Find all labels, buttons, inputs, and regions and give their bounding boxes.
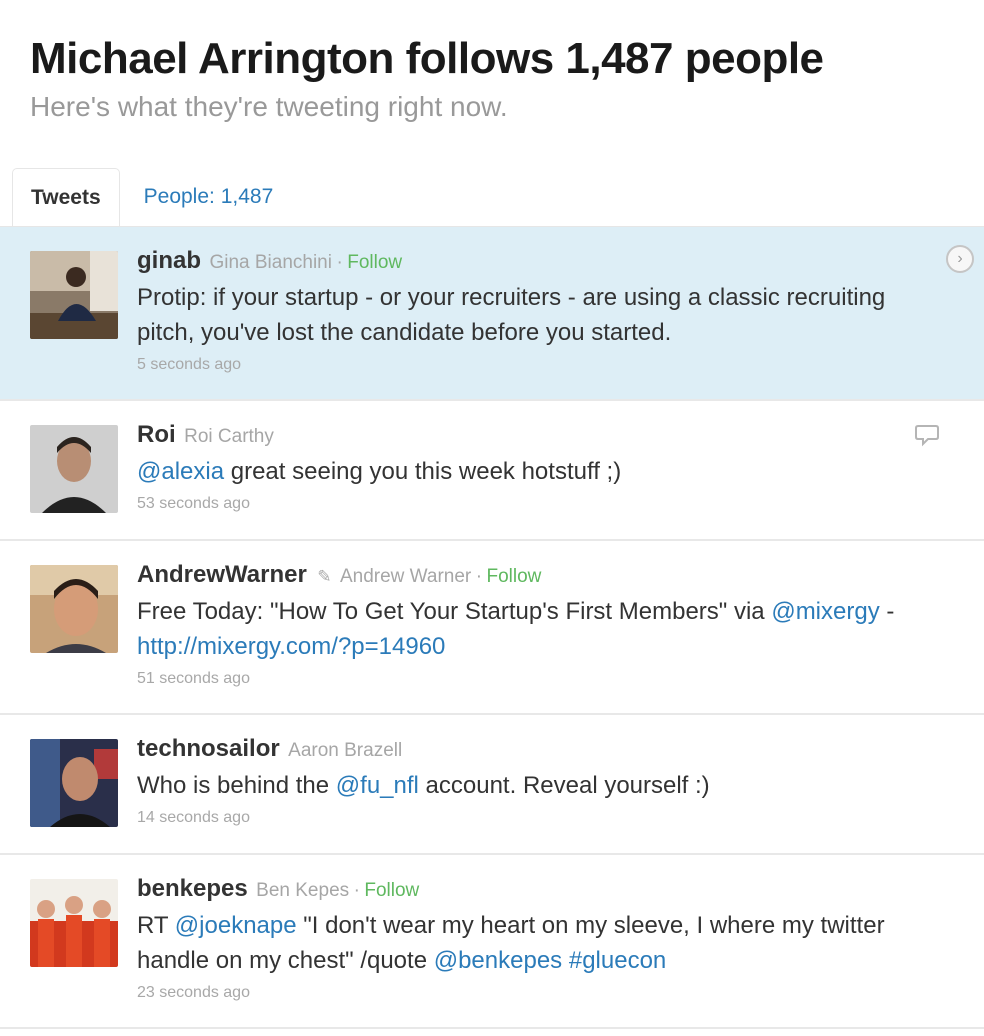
mention-link[interactable]: @benkepes bbox=[434, 947, 562, 974]
tweet-text-part: great seeing you this week hotstuff ;) bbox=[224, 458, 622, 485]
tweet-full-name: Andrew Warner bbox=[339, 566, 472, 587]
tweet-item[interactable]: ginab Gina Bianchini · Follow Protip: if… bbox=[0, 227, 984, 401]
page-header: Michael Arrington follows 1,487 people H… bbox=[30, 30, 824, 124]
tweet-text: @alexia great seeing you this week hotst… bbox=[137, 454, 944, 489]
tweet-text-part: Protip: if your startup - or your recrui… bbox=[137, 284, 886, 346]
page-title: Michael Arrington follows 1,487 people bbox=[30, 34, 824, 83]
mention-link[interactable]: @joeknape bbox=[175, 912, 297, 939]
tweet-stream: ginab Gina Bianchini · Follow Protip: if… bbox=[0, 226, 984, 1029]
tweet-timestamp[interactable]: 51 seconds ago bbox=[137, 666, 944, 692]
avatar[interactable] bbox=[30, 565, 118, 653]
tweet-timestamp[interactable]: 23 seconds ago bbox=[137, 980, 944, 1006]
tweet-timestamp[interactable]: 14 seconds ago bbox=[137, 805, 944, 831]
tweet-full-name: Ben Kepes bbox=[256, 880, 350, 901]
tweet-item[interactable]: Roi Roi Carthy @alexia great seeing you … bbox=[0, 401, 984, 541]
avatar[interactable] bbox=[30, 879, 118, 967]
separator-dot: · bbox=[475, 566, 483, 587]
tweet-text-part bbox=[562, 947, 569, 974]
tweet-item[interactable]: AndrewWarner ✎ Andrew Warner · Follow Fr… bbox=[0, 541, 984, 715]
tweet-text-part: Free Today: "How To Get Your Startup's F… bbox=[137, 598, 772, 625]
avatar[interactable] bbox=[30, 425, 118, 513]
tweet-text-part: RT bbox=[137, 912, 175, 939]
tweet-text-part: - bbox=[879, 598, 895, 625]
tweet-text: Who is behind the @fu_nfl account. Revea… bbox=[137, 768, 944, 803]
tweet-text: Free Today: "How To Get Your Startup's F… bbox=[137, 594, 944, 664]
reply-bubble-icon[interactable] bbox=[914, 423, 940, 452]
tweet-text-part: Who is behind the bbox=[137, 772, 336, 799]
separator-dot: · bbox=[336, 252, 343, 273]
mention-link[interactable]: @mixergy bbox=[771, 598, 879, 625]
chevron-right-icon[interactable]: › bbox=[946, 245, 974, 273]
tweet-screen-name[interactable]: AndrewWarner bbox=[137, 561, 307, 588]
follow-link[interactable]: Follow bbox=[487, 566, 542, 587]
separator-dot: · bbox=[353, 880, 360, 901]
tweet-screen-name[interactable]: technosailor bbox=[137, 735, 280, 762]
tweet-timestamp[interactable]: 53 seconds ago bbox=[137, 491, 944, 517]
tab-tweets[interactable]: Tweets bbox=[12, 168, 120, 226]
avatar[interactable] bbox=[30, 251, 118, 339]
tweet-full-name: Gina Bianchini bbox=[209, 252, 332, 273]
mention-link[interactable]: @alexia bbox=[137, 458, 224, 485]
tweet-screen-name[interactable]: Roi bbox=[137, 421, 176, 448]
tweet-full-name: Aaron Brazell bbox=[288, 740, 403, 761]
follow-link[interactable]: Follow bbox=[347, 252, 402, 273]
pencil-icon: ✎ bbox=[317, 567, 332, 586]
tweet-screen-name[interactable]: ginab bbox=[137, 247, 201, 274]
follow-link[interactable]: Follow bbox=[364, 880, 419, 901]
page-subtitle: Here's what they're tweeting right now. bbox=[30, 91, 508, 122]
tweet-text: Protip: if your startup - or your recrui… bbox=[137, 280, 944, 350]
tweet-item[interactable]: technosailor Aaron Brazell Who is behind… bbox=[0, 715, 984, 855]
mention-link[interactable]: @fu_nfl bbox=[336, 772, 419, 799]
tweet-item[interactable]: benkepes Ben Kepes · Follow RT @joeknape… bbox=[0, 855, 984, 1029]
tweet-full-name: Roi Carthy bbox=[184, 426, 274, 447]
tab-bar: Tweets People: 1,487 bbox=[12, 168, 291, 226]
tweet-text-part: account. Reveal yourself :) bbox=[418, 772, 710, 799]
avatar[interactable] bbox=[30, 739, 118, 827]
tweet-timestamp[interactable]: 5 seconds ago bbox=[137, 352, 944, 378]
tweet-screen-name[interactable]: benkepes bbox=[137, 875, 248, 902]
hashtag-link[interactable]: #gluecon bbox=[569, 947, 666, 974]
tweet-text: RT @joeknape "I don't wear my heart on m… bbox=[137, 908, 944, 978]
url-link[interactable]: http://mixergy.com/?p=14960 bbox=[137, 633, 445, 660]
tab-people[interactable]: People: 1,487 bbox=[126, 168, 292, 226]
